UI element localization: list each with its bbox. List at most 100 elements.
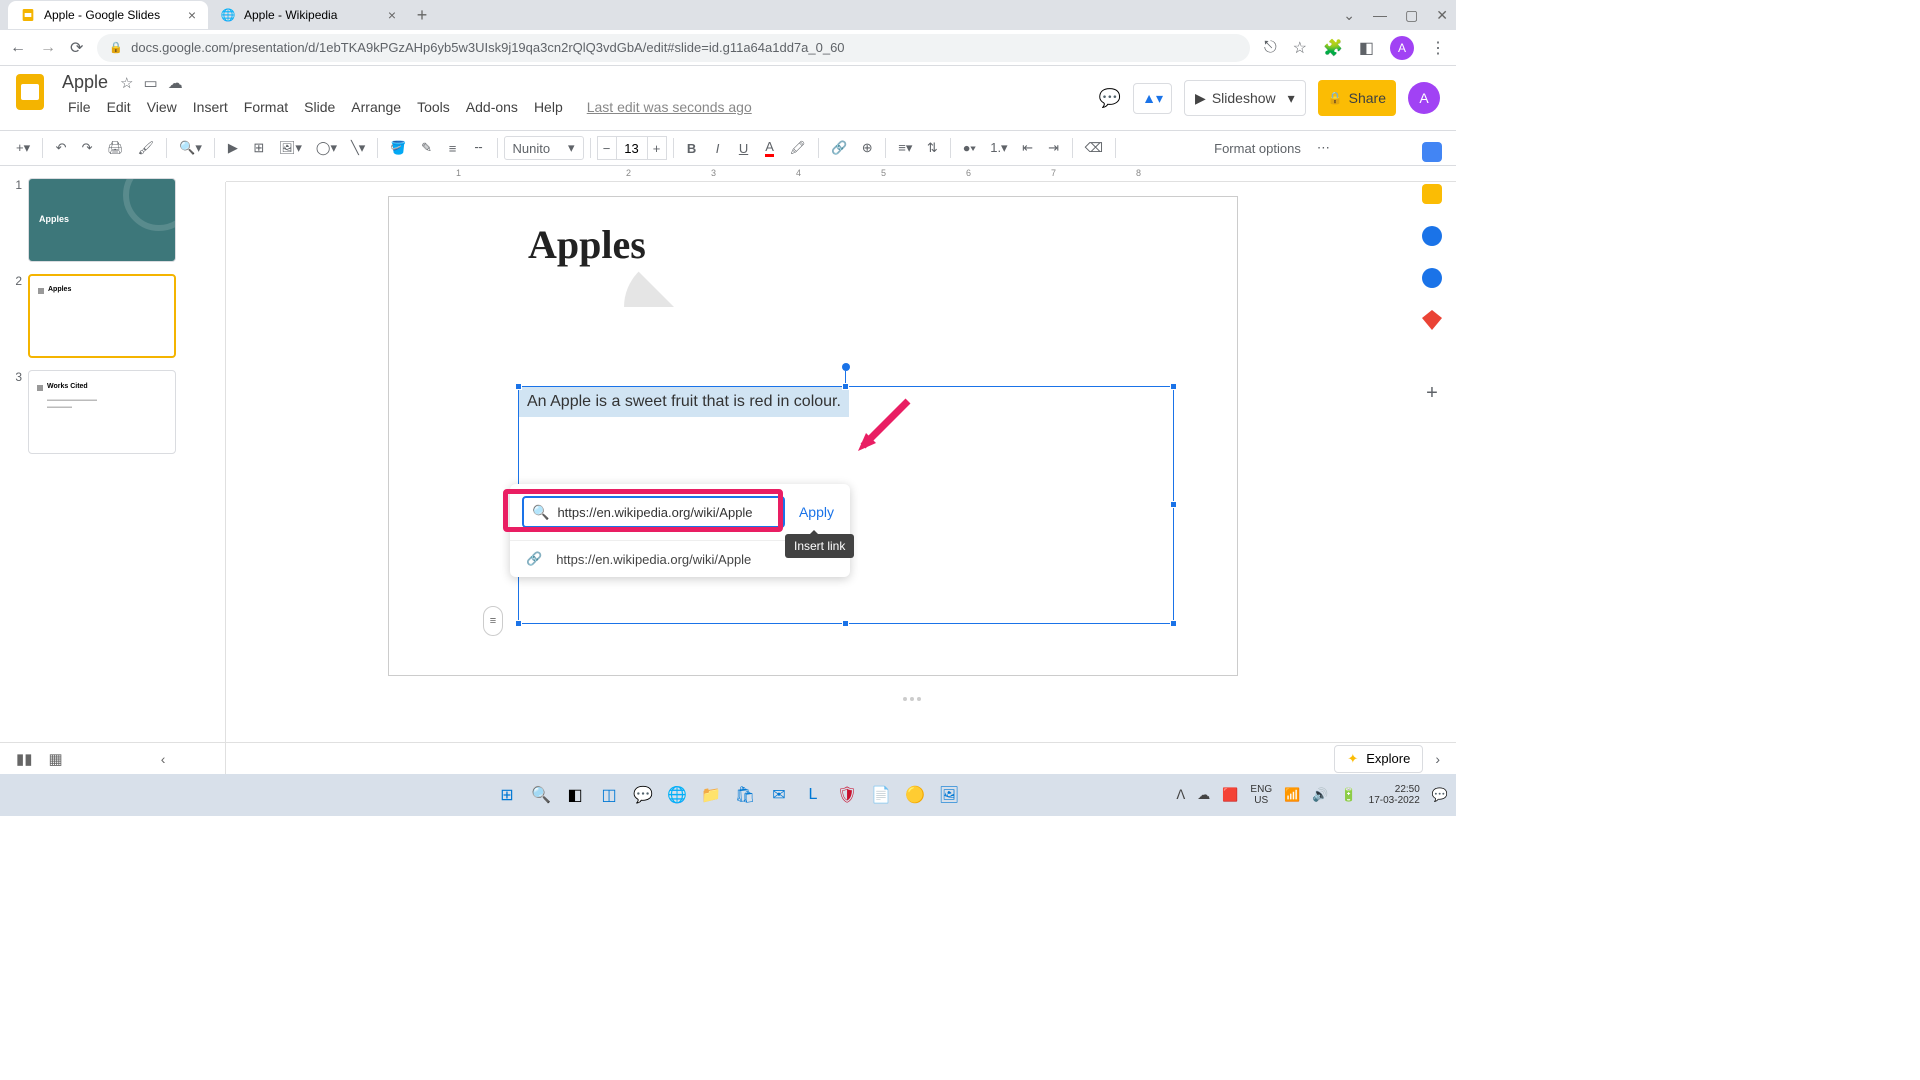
onedrive-icon[interactable]: ☁ xyxy=(1197,787,1210,803)
volume-icon[interactable]: 🔊 xyxy=(1312,787,1328,803)
insert-link-icon[interactable]: 🔗 xyxy=(825,136,853,160)
print-icon[interactable]: 🖨 xyxy=(101,136,130,160)
resize-handle[interactable] xyxy=(515,383,522,390)
bookmark-icon[interactable]: ☆ xyxy=(1293,38,1307,58)
new-slide-button[interactable]: +▾ xyxy=(10,136,36,160)
photos-icon[interactable]: 🖼 xyxy=(935,781,963,809)
redo-icon[interactable]: ↷ xyxy=(75,136,99,160)
browser-tab-wikipedia[interactable]: 🌐 Apple - Wikipedia × xyxy=(208,1,408,29)
decrease-indent-icon[interactable]: ⇤ xyxy=(1016,136,1040,160)
font-selector[interactable]: Nunito▾ xyxy=(504,136,584,160)
slide-thumbnail-3[interactable]: 3 Works Cited▬▬▬▬▬▬▬▬▬▬▬▬▬▬▬ xyxy=(10,370,198,454)
browser-tab-slides[interactable]: Apple - Google Slides × xyxy=(8,1,208,29)
select-tool-icon[interactable]: ▶ xyxy=(221,136,245,160)
share-page-icon[interactable]: ⎋ xyxy=(1264,39,1277,57)
chrome-icon[interactable]: 🟡 xyxy=(901,781,929,809)
kebab-menu-icon[interactable]: ⋮ xyxy=(1430,38,1446,58)
tab-close-icon[interactable]: × xyxy=(188,7,196,23)
cloud-status-icon[interactable]: ☁ xyxy=(168,74,183,92)
resize-handle[interactable] xyxy=(1170,620,1177,627)
resize-handle[interactable] xyxy=(842,620,849,627)
align-icon[interactable]: ≡▾ xyxy=(892,136,918,160)
border-color-icon[interactable]: ✎ xyxy=(415,136,439,160)
italic-icon[interactable]: I xyxy=(706,137,730,160)
notes-divider[interactable] xyxy=(388,694,1436,704)
resize-handle[interactable] xyxy=(1170,383,1177,390)
back-button-icon[interactable]: ← xyxy=(10,39,26,57)
maximize-icon[interactable]: ▢ xyxy=(1405,7,1418,24)
menu-help[interactable]: Help xyxy=(528,97,569,117)
font-size-input[interactable] xyxy=(617,136,647,160)
apply-button[interactable]: Apply xyxy=(795,504,838,520)
extensions-icon[interactable]: 🧩 xyxy=(1323,38,1343,58)
clock[interactable]: 22:50 17-03-2022 xyxy=(1369,784,1420,806)
menu-arrange[interactable]: Arrange xyxy=(345,97,407,117)
insert-comment-icon[interactable]: ⊕ xyxy=(855,136,879,160)
search-taskbar-icon[interactable]: 🔍 xyxy=(527,781,555,809)
app-icon[interactable]: L xyxy=(799,781,827,809)
font-size-increase[interactable]: + xyxy=(647,136,667,160)
collapse-panel-icon[interactable]: ‹ xyxy=(161,751,166,767)
menu-edit[interactable]: Edit xyxy=(101,97,137,117)
widgets-icon[interactable]: ◫ xyxy=(595,781,623,809)
link-url-input[interactable] xyxy=(557,505,775,520)
add-addon-icon[interactable]: + xyxy=(1426,382,1438,405)
language-indicator[interactable]: ENG US xyxy=(1250,784,1272,806)
line-spacing-icon[interactable]: ⇅ xyxy=(920,136,944,160)
menu-file[interactable]: File xyxy=(62,97,97,117)
textbox-tool-icon[interactable]: ⊞ xyxy=(247,136,271,160)
menu-tools[interactable]: Tools xyxy=(411,97,456,117)
format-options-button[interactable]: Format options xyxy=(1206,141,1309,156)
share-button[interactable]: 🔒 Share xyxy=(1318,80,1396,116)
tray-chevron-icon[interactable]: ᐱ xyxy=(1176,787,1185,803)
increase-indent-icon[interactable]: ⇥ xyxy=(1042,136,1066,160)
line-tool-icon[interactable]: ╲▾ xyxy=(345,136,371,160)
keep-icon[interactable] xyxy=(1422,184,1442,204)
show-side-panel-icon[interactable]: › xyxy=(1435,751,1440,767)
menu-addons[interactable]: Add-ons xyxy=(460,97,524,117)
battery-icon[interactable]: 🔋 xyxy=(1340,787,1356,803)
mail-icon[interactable]: ✉ xyxy=(765,781,793,809)
grid-view-icon[interactable]: ▦ xyxy=(49,750,63,768)
menu-view[interactable]: View xyxy=(141,97,183,117)
explorer-icon[interactable]: 📁 xyxy=(697,781,725,809)
paint-format-icon[interactable]: 🖌 xyxy=(132,136,161,160)
contacts-icon[interactable] xyxy=(1422,268,1442,288)
account-avatar[interactable]: A xyxy=(1408,82,1440,114)
tasks-icon[interactable] xyxy=(1422,226,1442,246)
zoom-icon[interactable]: 🔍▾ xyxy=(173,136,208,160)
profile-avatar[interactable]: A xyxy=(1390,36,1414,60)
slide-thumbnail-1[interactable]: 1 Apples xyxy=(10,178,198,262)
present-dropdown-icon[interactable]: ▲▾ xyxy=(1133,83,1172,114)
resize-handle[interactable] xyxy=(1170,501,1177,508)
mcafee-icon[interactable]: 🛡 xyxy=(833,781,861,809)
move-icon[interactable]: ▭ xyxy=(144,74,158,92)
fill-color-icon[interactable]: 🪣 xyxy=(384,136,412,160)
underline-icon[interactable]: U xyxy=(732,137,756,160)
resize-handle[interactable] xyxy=(842,383,849,390)
highlight-icon[interactable]: 🖍 xyxy=(784,136,813,160)
new-tab-button[interactable]: + xyxy=(408,1,436,29)
bullet-list-icon[interactable]: ⦁▾ xyxy=(957,136,982,160)
reload-button-icon[interactable]: ⟳ xyxy=(70,38,83,58)
explore-button[interactable]: ✦ Explore xyxy=(1334,745,1423,773)
border-weight-icon[interactable]: ≡ xyxy=(441,137,465,160)
calendar-icon[interactable] xyxy=(1422,142,1442,162)
textbox-content[interactable]: An Apple is a sweet fruit that is red in… xyxy=(519,387,849,417)
bold-icon[interactable]: B xyxy=(680,137,704,160)
menu-format[interactable]: Format xyxy=(238,97,294,117)
document-title[interactable]: Apple xyxy=(62,72,108,93)
border-dash-icon[interactable]: ╌ xyxy=(467,136,491,160)
filmstrip-view-icon[interactable]: ▮▮ xyxy=(16,750,33,768)
undo-icon[interactable]: ↶ xyxy=(49,136,73,160)
slideshow-button[interactable]: ▶ Slideshow ▾ xyxy=(1184,80,1306,116)
tabs-dropdown-icon[interactable]: ⌄ xyxy=(1343,7,1355,24)
maps-icon[interactable] xyxy=(1422,310,1442,330)
start-icon[interactable]: ⊞ xyxy=(493,781,521,809)
notifications-icon[interactable]: 💬 xyxy=(1432,787,1448,803)
last-edit-status[interactable]: Last edit was seconds ago xyxy=(581,97,758,117)
font-size-decrease[interactable]: − xyxy=(597,136,617,160)
resize-handle[interactable] xyxy=(515,620,522,627)
task-view-icon[interactable]: ◧ xyxy=(561,781,589,809)
image-tool-icon[interactable]: 🖼▾ xyxy=(273,136,308,160)
